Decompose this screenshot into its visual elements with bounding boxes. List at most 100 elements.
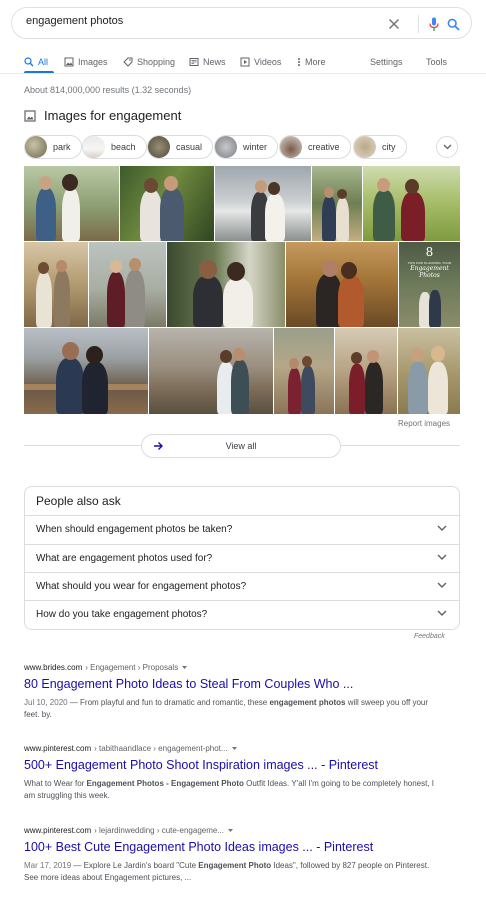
image-result[interactable]	[120, 166, 214, 241]
tab-more[interactable]: More	[297, 53, 326, 71]
chip-casual[interactable]: casual	[147, 135, 214, 159]
person-head	[56, 260, 67, 272]
person-head	[367, 350, 379, 363]
person-figure	[288, 368, 301, 414]
caret-down-icon[interactable]	[181, 665, 188, 670]
image-result[interactable]	[312, 166, 362, 241]
chip-park[interactable]: park	[24, 135, 82, 159]
person-figure	[336, 198, 349, 241]
image-icon	[24, 109, 36, 122]
tools-link[interactable]: Tools	[426, 53, 447, 71]
chips-expand-button[interactable]	[436, 136, 458, 158]
chip-beach[interactable]: beach	[82, 135, 147, 159]
person-head	[62, 342, 79, 360]
result-domain: www.pinterest.com	[24, 743, 92, 753]
image-result[interactable]	[363, 166, 460, 241]
person-figure	[160, 188, 184, 241]
person-head	[86, 346, 103, 364]
person-head	[129, 258, 141, 271]
person-head	[255, 180, 267, 193]
person-head	[110, 260, 122, 273]
play-icon	[240, 57, 250, 67]
person-figure	[54, 270, 70, 327]
snippet-bold: Engagement Photos - Engagement Photo	[86, 779, 244, 788]
image-icon	[64, 57, 74, 67]
person-figure	[82, 362, 108, 414]
person-head	[302, 356, 312, 367]
person-head	[144, 178, 158, 193]
image-result[interactable]	[89, 242, 166, 327]
tab-shopping[interactable]: Shopping	[123, 53, 175, 71]
tab-all[interactable]: All	[24, 53, 48, 71]
person-head	[322, 260, 338, 277]
image-result[interactable]: 8 TIPS FOR PLANNING YOUR Engagement Phot…	[399, 242, 460, 327]
view-all-button[interactable]: View all	[141, 434, 341, 458]
result-path: › tabithaandlace › engagement-phot...	[94, 743, 228, 753]
chip-thumbnail	[280, 136, 302, 158]
microphone-icon[interactable]	[425, 15, 443, 33]
paa-question[interactable]: What should you wear for engagement phot…	[25, 572, 459, 601]
image-result[interactable]	[215, 166, 311, 241]
tab-videos-label: Videos	[254, 57, 282, 67]
paa-question[interactable]: When should engagement photos be taken?	[25, 515, 459, 544]
image-result[interactable]	[286, 242, 398, 327]
result-cite: www.brides.com › Engagement › Proposals	[24, 661, 444, 673]
image-result[interactable]	[24, 166, 119, 241]
chip-label: casual	[176, 142, 203, 152]
person-figure	[56, 358, 84, 414]
chip-winter[interactable]: winter	[214, 135, 279, 159]
person-head	[227, 262, 245, 281]
image-result[interactable]	[274, 328, 334, 414]
paa-question[interactable]: What are engagement photos used for?	[25, 544, 459, 573]
result-title-link[interactable]: 80 Engagement Photo Ideas to Steal From …	[24, 677, 444, 694]
snippet-text: — Explore Le Jardin's board "Cute	[71, 861, 199, 870]
person-figure	[338, 276, 364, 327]
tab-news-label: News	[203, 57, 226, 67]
person-head	[405, 179, 419, 194]
paa-question[interactable]: How do you take engagement photos?	[25, 600, 459, 629]
image-result[interactable]	[24, 242, 88, 327]
paa-question-text: How do you take engagement photos?	[36, 609, 208, 620]
chip-label: winter	[243, 142, 268, 152]
caret-down-icon[interactable]	[227, 828, 234, 833]
tab-news[interactable]: News	[189, 53, 226, 71]
tab-more-label: More	[305, 57, 326, 67]
image-result[interactable]	[24, 328, 148, 414]
settings-link[interactable]: Settings	[370, 53, 403, 71]
feedback-link[interactable]: Feedback	[414, 633, 445, 640]
person-head	[38, 262, 49, 274]
person-head	[62, 174, 78, 191]
settings-label: Settings	[370, 57, 403, 67]
person-figure	[349, 364, 365, 414]
result-domain: www.brides.com	[24, 662, 83, 672]
tab-all-label: All	[38, 57, 49, 67]
search-result: www.brides.com › Engagement › Proposals …	[24, 661, 444, 721]
search-icon[interactable]	[444, 15, 462, 33]
image-result[interactable]	[335, 328, 397, 414]
image-result[interactable]	[149, 328, 273, 414]
image-result[interactable]	[167, 242, 285, 327]
person-figure	[125, 270, 145, 327]
person-head	[337, 189, 347, 199]
tab-images[interactable]: Images	[64, 53, 108, 71]
tabs-divider	[0, 73, 486, 74]
more-vert-icon	[298, 58, 300, 66]
chevron-down-icon	[437, 554, 447, 560]
result-title-link[interactable]: 100+ Best Cute Engagement Photo Ideas im…	[24, 840, 444, 857]
chevron-down-icon	[443, 144, 451, 150]
search-input[interactable]	[26, 15, 366, 27]
person-figure	[373, 190, 395, 241]
chevron-down-icon	[437, 582, 447, 588]
chip-creative[interactable]: creative	[279, 135, 351, 159]
person-figure	[107, 272, 125, 327]
search-result: www.pinterest.com › tabithaandlace › eng…	[24, 742, 444, 802]
image-result[interactable]	[398, 328, 460, 414]
caret-down-icon[interactable]	[231, 746, 238, 751]
clear-icon[interactable]	[385, 15, 403, 33]
report-images-link[interactable]: Report images	[398, 419, 450, 428]
tab-videos[interactable]: Videos	[240, 53, 281, 71]
result-title-link[interactable]: 500+ Engagement Photo Shoot Inspiration …	[24, 758, 444, 775]
person-figure	[140, 190, 162, 241]
search-bar-divider	[418, 15, 419, 33]
chip-city[interactable]: city	[353, 135, 407, 159]
